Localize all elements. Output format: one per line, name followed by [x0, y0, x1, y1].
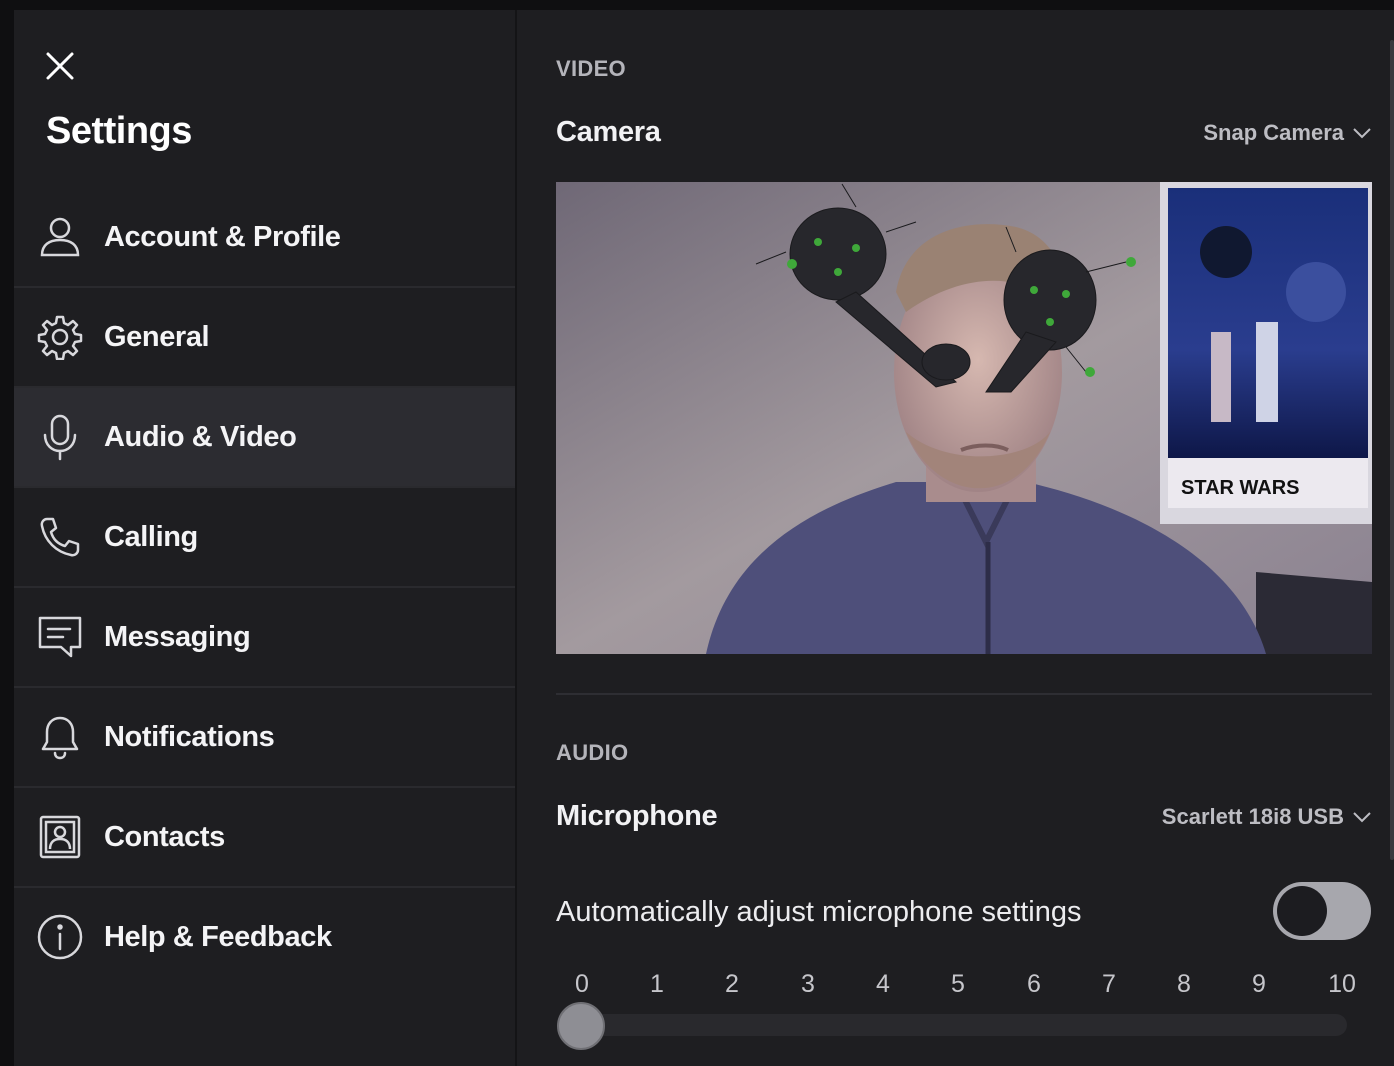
- close-button[interactable]: [40, 46, 80, 86]
- sidebar-item-contacts[interactable]: Contacts: [14, 788, 515, 888]
- message-icon: [36, 613, 84, 661]
- level-tick: 4: [876, 970, 890, 998]
- sidebar-item-help-feedback[interactable]: Help & Feedback: [14, 888, 515, 986]
- auto-adjust-label: Automatically adjust microphone settings: [556, 896, 1082, 928]
- camera-preview: STAR WARS: [556, 182, 1372, 654]
- level-tick: 5: [951, 970, 965, 998]
- camera-label: Camera: [556, 116, 661, 148]
- toggle-knob: [1277, 886, 1327, 936]
- info-icon: [36, 913, 84, 961]
- auto-adjust-toggle[interactable]: [1273, 882, 1371, 940]
- sidebar-item-label: Messaging: [104, 620, 251, 653]
- level-tick: 0: [575, 970, 589, 998]
- bell-icon: [36, 713, 84, 761]
- sidebar-item-calling[interactable]: Calling: [14, 488, 515, 588]
- microphone-label: Microphone: [556, 800, 718, 832]
- sidebar-item-label: Calling: [104, 520, 198, 553]
- microphone-select[interactable]: Scarlett 18i8 USB: [1162, 804, 1372, 830]
- chevron-down-icon: [1353, 812, 1371, 823]
- svg-text:STAR WARS: STAR WARS: [1181, 477, 1300, 499]
- camera-select-value: Snap Camera: [1203, 120, 1344, 145]
- sidebar-item-label: Contacts: [104, 820, 225, 853]
- phone-icon: [36, 513, 84, 561]
- camera-select[interactable]: Snap Camera: [1203, 120, 1372, 146]
- level-tick: 6: [1027, 970, 1041, 998]
- level-tick: 9: [1252, 970, 1266, 998]
- settings-content: VIDEO Camera Snap Camera STAR WARS AUDIO…: [517, 10, 1394, 1066]
- sidebar-item-account-profile[interactable]: Account & Profile: [14, 188, 515, 288]
- close-icon: [46, 52, 74, 80]
- chevron-down-icon: [1353, 128, 1371, 139]
- sidebar-item-notifications[interactable]: Notifications: [14, 688, 515, 788]
- settings-nav: Account & Profile General Audio & Video …: [14, 188, 515, 986]
- sidebar-item-audio-video[interactable]: Audio & Video: [14, 388, 515, 488]
- sidebar-item-messaging[interactable]: Messaging: [14, 588, 515, 688]
- settings-sidebar: Settings Account & Profile General Audio…: [14, 10, 517, 1066]
- level-tick: 3: [801, 970, 815, 998]
- sidebar-item-general[interactable]: General: [14, 288, 515, 388]
- slider-thumb[interactable]: [557, 1002, 605, 1050]
- video-section-label: VIDEO: [556, 56, 626, 81]
- audio-section-label: AUDIO: [556, 740, 629, 765]
- contact-card-icon: [36, 813, 84, 861]
- level-tick: 7: [1102, 970, 1116, 998]
- level-tick: 2: [725, 970, 739, 998]
- microphone-select-value: Scarlett 18i8 USB: [1161, 804, 1344, 829]
- camera-preview-image: STAR WARS: [556, 182, 1372, 654]
- gear-icon: [36, 313, 84, 361]
- settings-window: Settings Account & Profile General Audio…: [14, 10, 1394, 1066]
- user-icon: [36, 213, 84, 261]
- level-tick: 8: [1177, 970, 1191, 998]
- sidebar-item-label: Account & Profile: [104, 220, 341, 253]
- scrollbar[interactable]: [1390, 40, 1394, 860]
- sidebar-item-label: Audio & Video: [104, 420, 297, 453]
- settings-title: Settings: [46, 110, 192, 152]
- section-divider: [556, 693, 1372, 695]
- level-tick: 10: [1328, 970, 1356, 998]
- level-tick: 1: [650, 970, 664, 998]
- level-scale: 0 1 2 3 4 5 6 7 8 9 10: [557, 970, 1357, 1002]
- sidebar-item-label: Help & Feedback: [104, 920, 332, 953]
- sidebar-item-label: Notifications: [104, 720, 275, 753]
- sidebar-item-label: General: [104, 320, 210, 353]
- microphone-icon: [36, 413, 84, 461]
- microphone-level-slider[interactable]: [581, 1014, 1347, 1036]
